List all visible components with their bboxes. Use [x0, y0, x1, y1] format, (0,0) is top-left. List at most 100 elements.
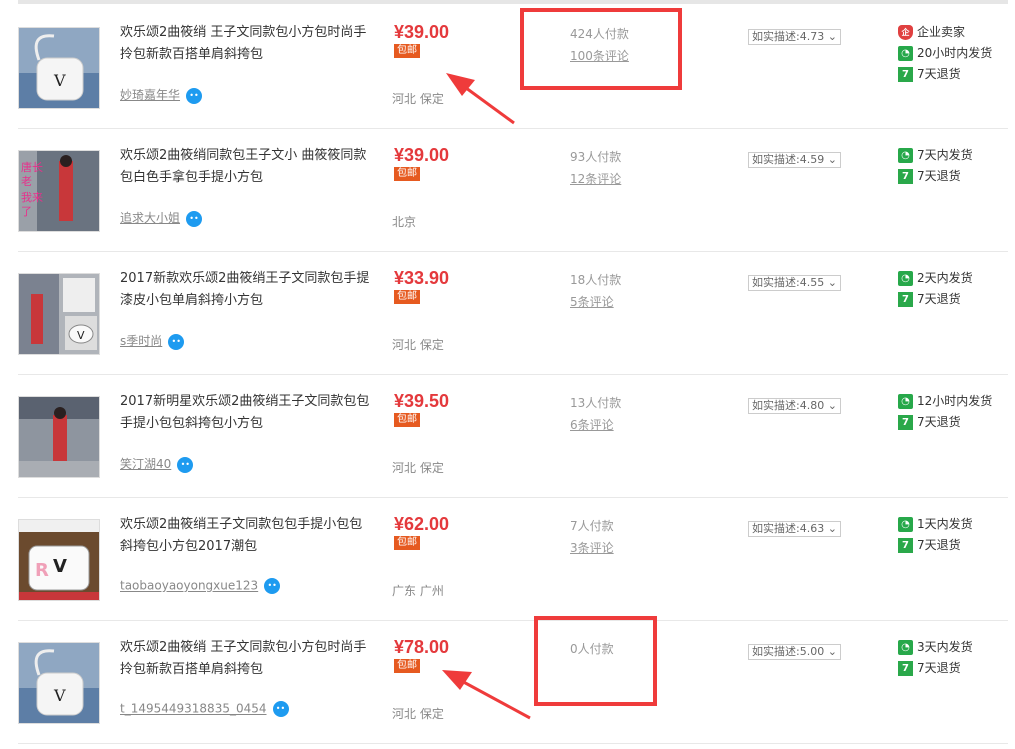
shop-name: 追求大小姐	[120, 211, 181, 225]
product-title[interactable]: 欢乐颂2曲筱绡同款包王子文小 曲筱筱同款包白色手拿包手提小方包	[120, 145, 370, 189]
clock-icon: ◔	[898, 640, 913, 655]
svg-text:V: V	[77, 329, 85, 342]
free-shipping-badge: 包邮	[394, 167, 420, 181]
chevron-down-icon: ⌄	[824, 153, 837, 166]
wangwang-chat-icon[interactable]: ••	[186, 87, 203, 104]
service-label: 7天退货	[917, 661, 961, 675]
product-thumbnail[interactable]: V	[18, 273, 100, 355]
service-enterprise: 企企业卖家	[898, 24, 992, 45]
listing-row: V 欢乐颂2曲筱绡 王子文同款包小方包时尚手拎包新款百搭单肩斜挎包 t_1495…	[18, 620, 1008, 744]
clock-icon: ◔	[898, 46, 913, 61]
product-thumbnail[interactable]: 唐长 老 我来 了	[18, 150, 100, 232]
service-return: 7 7天退货	[898, 537, 973, 558]
seven-day-icon: 7	[898, 538, 913, 553]
wangwang-chat-icon[interactable]: ••	[177, 456, 194, 473]
price: ¥39.00	[394, 22, 450, 42]
shop-name-link[interactable]: 追求大小姐 ••	[120, 209, 203, 227]
svg-text:V: V	[53, 71, 66, 90]
product-thumbnail[interactable]	[18, 396, 100, 478]
free-shipping-badge: 包邮	[394, 536, 420, 550]
service-label: 20小时内发货	[917, 46, 993, 60]
service-shipping: ◔ 1天内发货	[898, 516, 973, 537]
chevron-down-icon: ⌄	[824, 276, 837, 289]
service-return: 7 7天退货	[898, 660, 973, 681]
paid-count: 7人付款	[570, 519, 614, 533]
service-list: ◔ 2天内发货 7 7天退货	[898, 270, 973, 312]
wangwang-chat-icon[interactable]: ••	[272, 701, 289, 717]
service-return: 7 7天退货	[898, 291, 973, 312]
free-shipping-badge: 包邮	[394, 290, 420, 304]
svg-text:V: V	[53, 686, 66, 705]
service-shipping: ◔ 12小时内发货	[898, 393, 992, 414]
service-label: 7天退货	[917, 67, 961, 81]
shop-name: taobaoyaoyongxue123	[120, 578, 259, 593]
chevron-down-icon: ⌄	[824, 399, 837, 412]
service-label: 12小时内发货	[917, 394, 993, 408]
rating-label: 如实描述:4.80	[752, 399, 825, 412]
product-title[interactable]: 欢乐颂2曲筱绡 王子文同款包小方包时尚手拎包新款百搭单肩斜挎包	[120, 637, 370, 681]
paid-count: 13人付款	[570, 396, 622, 410]
price: ¥62.00	[394, 514, 450, 534]
wangwang-chat-icon[interactable]: ••	[168, 333, 185, 350]
rating-dropdown[interactable]: 如实描述:4.63 ⌄	[748, 521, 841, 537]
product-title[interactable]: 欢乐颂2曲筱绡王子文同款包包手提小包包斜挎包小方包2017潮包	[120, 514, 370, 558]
location: 北京	[392, 215, 417, 229]
price: ¥78.00	[394, 637, 450, 657]
annotation-highlight-box	[520, 8, 682, 90]
clock-icon: ◔	[898, 394, 913, 409]
product-title[interactable]: 2017新明星欢乐颂2曲筱绡王子文同款包包手提小包包斜挎包小方包	[120, 391, 370, 435]
listing-row: V 欢乐颂2曲筱绡 王子文同款包小方包时尚手拎包新款百搭单肩斜挎包 妙琦嘉年华 •…	[18, 5, 1008, 129]
review-count-link[interactable]: 5条评论	[570, 293, 614, 310]
top-divider	[18, 0, 1008, 4]
service-list: ◔ 12小时内发货 7 7天退货	[898, 393, 992, 435]
enterprise-icon: 企	[898, 25, 913, 40]
service-return: 7 7天退货	[898, 168, 973, 189]
shop-name-link[interactable]: taobaoyaoyongxue123 ••	[120, 578, 281, 594]
svg-text:V: V	[53, 556, 67, 577]
rating-dropdown[interactable]: 如实描述:4.55 ⌄	[748, 275, 841, 291]
shop-name-link[interactable]: s季时尚 ••	[120, 332, 185, 350]
rating-dropdown[interactable]: 如实描述:4.73 ⌄	[748, 29, 841, 45]
shop-name-link[interactable]: t_1495449318835_0454 ••	[120, 701, 289, 717]
shop-name: s季时尚	[120, 334, 163, 348]
paid-count: 18人付款	[570, 273, 622, 287]
location: 河北 保定	[392, 461, 444, 475]
location: 广东 广州	[392, 584, 444, 598]
service-label: 3天内发货	[917, 640, 973, 654]
product-thumbnail[interactable]: R V	[18, 519, 100, 601]
product-title[interactable]: 欢乐颂2曲筱绡 王子文同款包小方包时尚手拎包新款百搭单肩斜挎包	[120, 22, 370, 66]
rating-dropdown[interactable]: 如实描述:5.00 ⌄	[748, 644, 841, 660]
service-label: 2天内发货	[917, 271, 973, 285]
shop-name: 笑汀湖40	[120, 457, 172, 471]
review-count-link[interactable]: 12条评论	[570, 170, 621, 187]
product-thumbnail[interactable]: V	[18, 27, 100, 109]
wangwang-chat-icon[interactable]: ••	[186, 210, 203, 227]
svg-text:了: 了	[21, 205, 32, 218]
service-shipping: ◔ 20小时内发货	[898, 45, 992, 66]
paid-count: 93人付款	[570, 150, 622, 164]
service-return: 7 7天退货	[898, 414, 992, 435]
review-count-link[interactable]: 3条评论	[570, 539, 614, 556]
rating-label: 如实描述:5.00	[752, 645, 825, 658]
product-title[interactable]: 2017新款欢乐颂2曲筱绡王子文同款包手提漆皮小包单肩斜挎小方包	[120, 268, 370, 312]
rating-label: 如实描述:4.73	[752, 30, 825, 43]
listing-row: 2017新明星欢乐颂2曲筱绡王子文同款包包手提小包包斜挎包小方包 笑汀湖40 ••…	[18, 374, 1008, 498]
product-thumbnail[interactable]: V	[18, 642, 100, 724]
wangwang-chat-icon[interactable]: ••	[264, 578, 281, 594]
seven-day-icon: 7	[898, 415, 913, 430]
review-count-link[interactable]: 6条评论	[570, 416, 614, 433]
location: 河北 保定	[392, 92, 444, 106]
service-shipping: ◔ 7天内发货	[898, 147, 973, 168]
shop-name-link[interactable]: 妙琦嘉年华 ••	[120, 86, 203, 104]
price: ¥33.90	[394, 268, 450, 288]
rating-dropdown[interactable]: 如实描述:4.80 ⌄	[748, 398, 841, 414]
rating-dropdown[interactable]: 如实描述:4.59 ⌄	[748, 152, 841, 168]
service-label: 企业卖家	[917, 25, 966, 39]
annotation-highlight-box	[534, 616, 657, 706]
service-list: ◔ 3天内发货 7 7天退货	[898, 639, 973, 681]
service-label: 7天退货	[917, 292, 961, 306]
shop-name-link[interactable]: 笑汀湖40 ••	[120, 455, 194, 473]
clock-icon: ◔	[898, 517, 913, 532]
listing-row: V 2017新款欢乐颂2曲筱绡王子文同款包手提漆皮小包单肩斜挎小方包 s季时尚 •…	[18, 251, 1008, 375]
chevron-down-icon: ⌄	[824, 30, 837, 43]
